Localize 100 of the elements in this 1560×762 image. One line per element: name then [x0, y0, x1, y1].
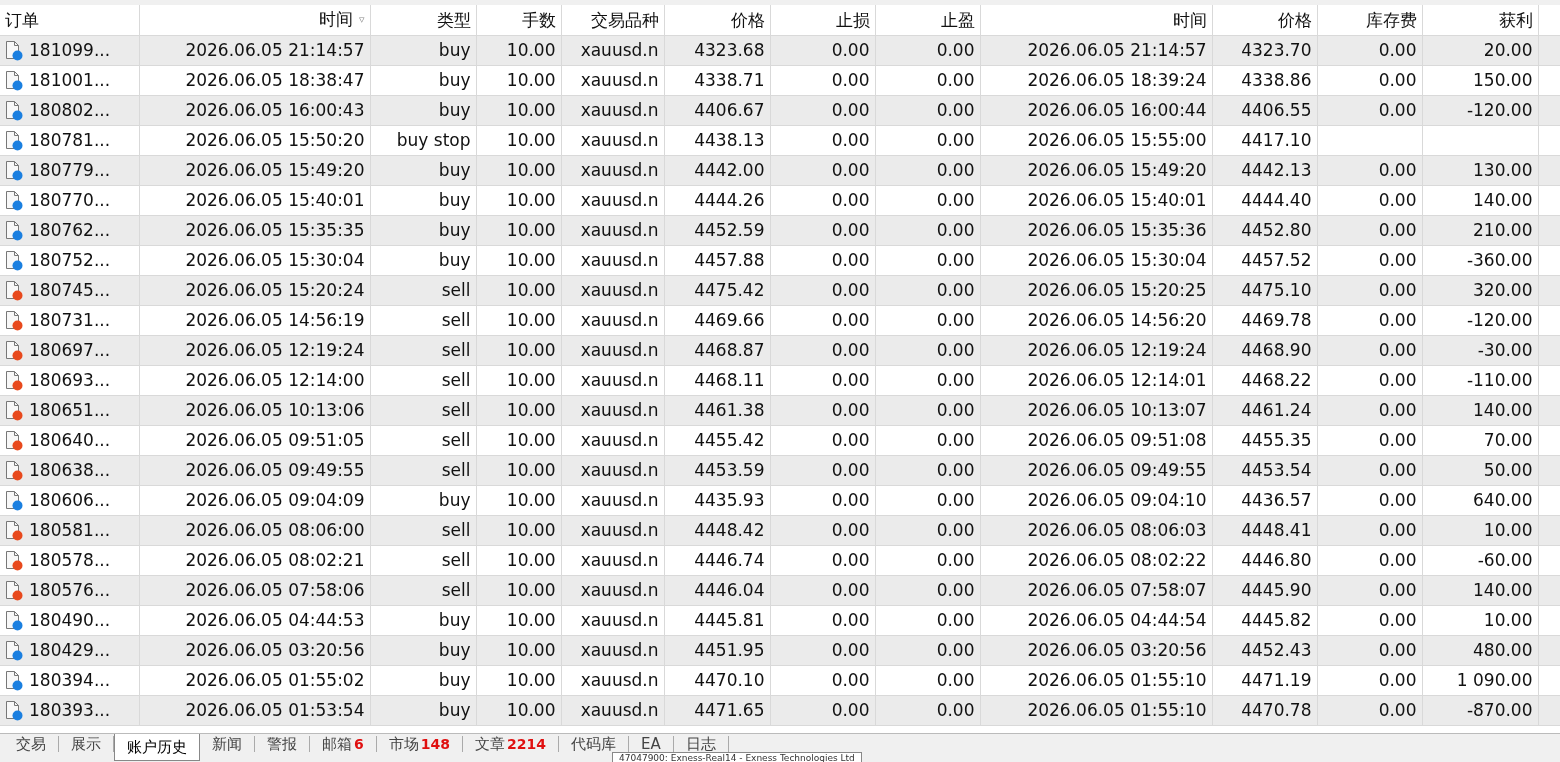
table-cell: 20.00	[1483, 40, 1533, 60]
column-header[interactable]: 订单	[5, 9, 39, 30]
order-number: 180394...	[29, 670, 111, 691]
table-cell: xauusd.n	[580, 250, 659, 270]
table-cell: 140.00	[1473, 580, 1533, 600]
table-cell: 2026.06.05 04:44:54	[1027, 610, 1207, 630]
table-cell: 70.00	[1483, 430, 1533, 450]
table-cell: 2026.06.05 07:58:07	[1027, 580, 1207, 600]
table-cell: 0.00	[1378, 490, 1417, 510]
table-cell: 0.00	[936, 640, 975, 660]
sort-icon: ▿	[358, 13, 365, 27]
column-header[interactable]: 库存费	[1365, 9, 1417, 30]
table-cell: 10.00	[506, 670, 556, 690]
tab[interactable]: 账户历史	[114, 734, 200, 761]
table-cell: 10.00	[506, 340, 556, 360]
table-cell: 10.00	[506, 400, 556, 420]
tab[interactable]: 交易	[4, 736, 59, 752]
table-cell: 4451.95	[694, 640, 765, 660]
table-cell: 0.00	[936, 310, 975, 330]
column-header[interactable]: 手数	[521, 9, 556, 30]
table-cell: 4446.74	[694, 550, 765, 570]
table-cell: 0.00	[831, 430, 870, 450]
order-number: 180651...	[29, 400, 111, 421]
table-cell: buy	[438, 190, 471, 210]
table-cell: xauusd.n	[580, 460, 659, 480]
table-cell: 2026.06.05 15:55:00	[1027, 130, 1207, 150]
table-cell: 4445.82	[1241, 610, 1312, 630]
table-cell: 2026.06.05 15:20:24	[185, 280, 365, 300]
table-cell: 2026.06.05 12:14:01	[1027, 370, 1207, 390]
table-cell: 4436.57	[1241, 490, 1312, 510]
table-cell: 0.00	[936, 70, 975, 90]
column-header[interactable]: 价格	[730, 9, 765, 30]
tab[interactable]: 文章 2214	[463, 736, 559, 752]
tab[interactable]: 邮箱 6	[310, 736, 377, 752]
table-cell: 4444.26	[694, 190, 765, 210]
table-cell: 4323.70	[1241, 40, 1312, 60]
table-cell: 0.00	[936, 700, 975, 720]
table-cell: 4338.86	[1241, 70, 1312, 90]
table-cell: 0.00	[1378, 160, 1417, 180]
table-cell: 4445.90	[1241, 580, 1312, 600]
table-cell: 0.00	[936, 250, 975, 270]
table-cell: 4468.22	[1241, 370, 1312, 390]
table-cell: 0.00	[1378, 460, 1417, 480]
order-number: 180640...	[29, 430, 111, 451]
table-cell: 2026.06.05 18:39:24	[1027, 70, 1207, 90]
column-header[interactable]: 止盈	[940, 9, 975, 30]
table-cell: 2026.06.05 09:51:05	[185, 430, 365, 450]
table-cell: xauusd.n	[580, 610, 659, 630]
table-cell: 2026.06.05 09:49:55	[1027, 460, 1207, 480]
table-cell: 0.00	[831, 520, 870, 540]
table-cell: 480.00	[1473, 640, 1533, 660]
table-cell: 0.00	[1378, 340, 1417, 360]
table-cell: 0.00	[936, 610, 975, 630]
table-cell: 4469.78	[1241, 310, 1312, 330]
table-cell: 2026.06.05 08:06:03	[1027, 520, 1207, 540]
table-cell: 10.00	[506, 100, 556, 120]
table-cell: 2026.06.05 12:19:24	[185, 340, 365, 360]
order-number: 180762...	[29, 220, 111, 241]
table-cell: 4406.55	[1241, 100, 1312, 120]
column-header[interactable]: 交易品种	[590, 9, 659, 30]
table-cell: 0.00	[936, 190, 975, 210]
order-number: 180578...	[29, 550, 111, 571]
table-cell: 4471.19	[1241, 670, 1312, 690]
column-header[interactable]: 价格	[1277, 9, 1312, 30]
table-cell: 2026.06.05 12:14:00	[185, 370, 365, 390]
tab[interactable]: 市场 148	[376, 736, 463, 752]
table-cell: xauusd.n	[580, 700, 659, 720]
table-cell: 4452.80	[1241, 220, 1312, 240]
table-cell: 4455.42	[694, 430, 765, 450]
table-cell: sell	[441, 520, 471, 540]
table-cell: 0.00	[831, 310, 870, 330]
order-number: 180697...	[29, 340, 111, 361]
table-cell: 0.00	[1378, 700, 1417, 720]
table-cell: 140.00	[1473, 190, 1533, 210]
table-cell: 4417.10	[1241, 130, 1312, 150]
column-header[interactable]: 时间	[318, 9, 353, 30]
table-cell: 2026.06.05 15:50:20	[185, 130, 365, 150]
table-cell: buy	[438, 220, 471, 240]
table-cell: 0.00	[831, 580, 870, 600]
table-cell: 4338.71	[694, 70, 765, 90]
table-cell: 2026.06.05 08:02:22	[1027, 550, 1207, 570]
tab[interactable]: 新闻	[200, 736, 255, 752]
column-header[interactable]: 获利	[1498, 9, 1533, 30]
table-cell: xauusd.n	[580, 100, 659, 120]
table-cell: sell	[441, 430, 471, 450]
tab[interactable]: 警报	[255, 736, 310, 752]
table-cell: 4442.00	[694, 160, 765, 180]
column-header[interactable]: 止损	[835, 9, 870, 30]
table-cell: xauusd.n	[580, 220, 659, 240]
table-cell: 4475.10	[1241, 280, 1312, 300]
column-header[interactable]: 类型	[436, 9, 471, 30]
table-cell: 10.00	[506, 640, 556, 660]
table-cell: 10.00	[506, 130, 556, 150]
table-cell: xauusd.n	[580, 40, 659, 60]
column-header[interactable]: 时间	[1172, 9, 1207, 30]
table-cell: 4323.68	[694, 40, 765, 60]
table-cell: 0.00	[936, 100, 975, 120]
table-cell: 0.00	[831, 190, 870, 210]
table-cell: 4406.67	[694, 100, 765, 120]
table-cell: 0.00	[936, 40, 975, 60]
